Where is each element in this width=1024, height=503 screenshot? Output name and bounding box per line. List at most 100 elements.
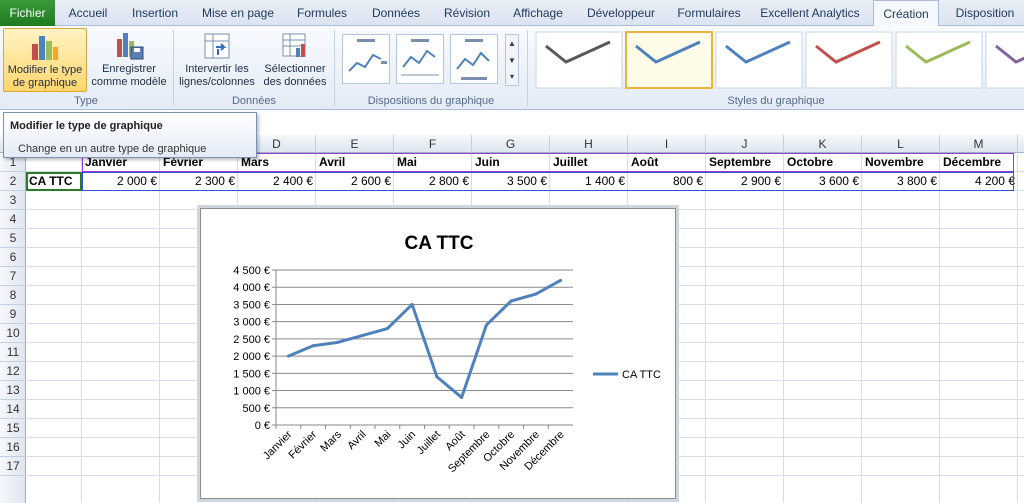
line-chart[interactable]: CA TTC 0 € 500 € 1 000 € 1 500 € 2 000 € 2 500… xyxy=(200,208,676,499)
row-header-6[interactable]: 6 xyxy=(0,248,26,267)
tab-affichage[interactable]: Affichage xyxy=(504,0,572,26)
y-tick-label: 4 000 € xyxy=(233,282,270,294)
save-as-template-label-1: Enregistrer xyxy=(102,63,156,75)
chart-style-5[interactable] xyxy=(895,31,983,89)
select-data-button[interactable]: Sélectionner des données xyxy=(259,28,331,92)
x-tick-label: Mars xyxy=(318,428,344,454)
row-header-3[interactable]: 3 xyxy=(0,191,26,210)
row-header-16[interactable]: 16 xyxy=(0,438,26,457)
row-header-7[interactable]: 7 xyxy=(0,267,26,286)
chart-layout-1[interactable] xyxy=(342,34,390,84)
row-header-15[interactable]: 15 xyxy=(0,419,26,438)
x-tick-label: Juillet xyxy=(415,429,443,457)
chart-styles-gallery[interactable] xyxy=(530,30,1024,94)
tab-developpeur[interactable]: Développeur xyxy=(578,0,664,26)
row-header-17[interactable]: 17 xyxy=(0,457,26,476)
tab-excellent-analytics[interactable]: Excellent Analytics xyxy=(754,0,866,26)
x-tick-label: Février xyxy=(287,428,320,461)
switch-row-column-icon xyxy=(204,33,230,59)
column-header-k[interactable]: K xyxy=(784,135,862,153)
grid-line xyxy=(783,153,784,503)
select-data-label-1: Sélectionner xyxy=(264,63,326,75)
chart-style-6[interactable] xyxy=(985,31,1024,89)
tab-formulaires[interactable]: Formulaires xyxy=(670,0,748,26)
column-header-f[interactable]: F xyxy=(394,135,472,153)
legend-label[interactable]: CA TTC xyxy=(622,369,661,381)
tab-revision[interactable]: Révision xyxy=(436,0,498,26)
y-tick-label: 3 500 € xyxy=(233,299,270,311)
select-data-label-2: des données xyxy=(263,76,327,88)
chart-style-3[interactable] xyxy=(715,31,803,89)
data-point[interactable] xyxy=(559,278,563,282)
data-point[interactable] xyxy=(509,299,513,303)
tab-accueil[interactable]: Accueil xyxy=(60,0,116,26)
data-point[interactable] xyxy=(410,302,414,306)
row-header-11[interactable]: 11 xyxy=(0,343,26,362)
layouts-more-button[interactable]: ▲ ▼ ▾ xyxy=(505,34,519,86)
column-header-g[interactable]: G xyxy=(472,135,550,153)
scroll-down-icon: ▼ xyxy=(508,56,516,65)
data-point[interactable] xyxy=(385,327,389,331)
chart-style-2[interactable] xyxy=(625,31,713,89)
tab-insertion[interactable]: Insertion xyxy=(122,0,188,26)
row-header-10[interactable]: 10 xyxy=(0,324,26,343)
column-header-m[interactable]: M xyxy=(940,135,1018,153)
data-point[interactable] xyxy=(361,333,365,337)
tab-fichier[interactable]: Fichier xyxy=(0,0,55,26)
column-header-j[interactable]: J xyxy=(706,135,784,153)
row-headers: 1 2 3 4 5 6 7 8 9 10 11 12 13 14 15 16 17 xyxy=(0,153,26,503)
chart-style-1[interactable] xyxy=(535,31,623,89)
tab-donnees[interactable]: Données xyxy=(362,0,430,26)
data-point[interactable] xyxy=(484,323,488,327)
tab-formules[interactable]: Formules xyxy=(288,0,356,26)
row-header-14[interactable]: 14 xyxy=(0,400,26,419)
switch-row-column-button[interactable]: Intervertir les lignes/colonnes xyxy=(177,28,257,92)
row-header-12[interactable]: 12 xyxy=(0,362,26,381)
expand-icon: ▾ xyxy=(509,72,514,81)
grid-line xyxy=(705,153,706,503)
row-header-9[interactable]: 9 xyxy=(0,305,26,324)
data-point[interactable] xyxy=(286,354,290,358)
column-header-i[interactable]: I xyxy=(628,135,706,153)
save-as-template-button[interactable]: Enregistrer comme modèle xyxy=(89,28,169,92)
y-tick-label: 0 € xyxy=(255,420,270,432)
data-point[interactable] xyxy=(311,344,315,348)
chart-type-icon xyxy=(32,36,58,60)
data-point[interactable] xyxy=(460,395,464,399)
row-header-13[interactable]: 13 xyxy=(0,381,26,400)
selected-cell-a2 xyxy=(26,172,82,191)
change-chart-type-button[interactable]: Modifier le type de graphique xyxy=(3,28,87,92)
save-as-template-label-2: comme modèle xyxy=(91,76,167,88)
tab-creation[interactable]: Création xyxy=(873,0,939,27)
chart-canvas: CA TTC 0 € 500 € 1 000 € 1 500 € 2 000 € 2 500… xyxy=(233,233,661,475)
row-header-8[interactable]: 8 xyxy=(0,286,26,305)
chart-title[interactable]: CA TTC xyxy=(405,233,474,254)
grid-line xyxy=(1017,153,1018,503)
tab-disposition[interactable]: Disposition xyxy=(946,0,1024,26)
row-header-4[interactable]: 4 xyxy=(0,210,26,229)
column-header-h[interactable]: H xyxy=(550,135,628,153)
group-label-dispositions: Dispositions du graphique xyxy=(367,95,495,107)
grid-line xyxy=(159,153,160,503)
ribbon-tabs: Fichier Accueil Insertion Mise en page F… xyxy=(0,0,1024,27)
row-header-2[interactable]: 2 xyxy=(0,172,26,191)
data-point[interactable] xyxy=(435,375,439,379)
group-label-styles: Styles du graphique xyxy=(727,95,825,107)
layout-2-icon xyxy=(401,39,439,76)
column-header-l[interactable]: L xyxy=(862,135,940,153)
chart-layout-3[interactable] xyxy=(450,34,498,84)
column-header-e[interactable]: E xyxy=(316,135,394,153)
change-chart-type-label-1: Modifier le type xyxy=(7,64,83,76)
grid-line xyxy=(861,153,862,503)
x-tick-label: Mai xyxy=(372,429,393,450)
tab-mise-en-page[interactable]: Mise en page xyxy=(194,0,282,26)
y-tick-label: 500 € xyxy=(242,403,270,415)
data-point[interactable] xyxy=(534,292,538,296)
layout-1-icon xyxy=(348,39,387,72)
data-point[interactable] xyxy=(336,340,340,344)
chart-style-4[interactable] xyxy=(805,31,893,89)
switch-row-column-label-1: Intervertir les xyxy=(185,63,249,75)
y-tick-label: 2 000 € xyxy=(233,351,270,363)
row-header-5[interactable]: 5 xyxy=(0,229,26,248)
chart-layout-2[interactable] xyxy=(396,34,444,84)
